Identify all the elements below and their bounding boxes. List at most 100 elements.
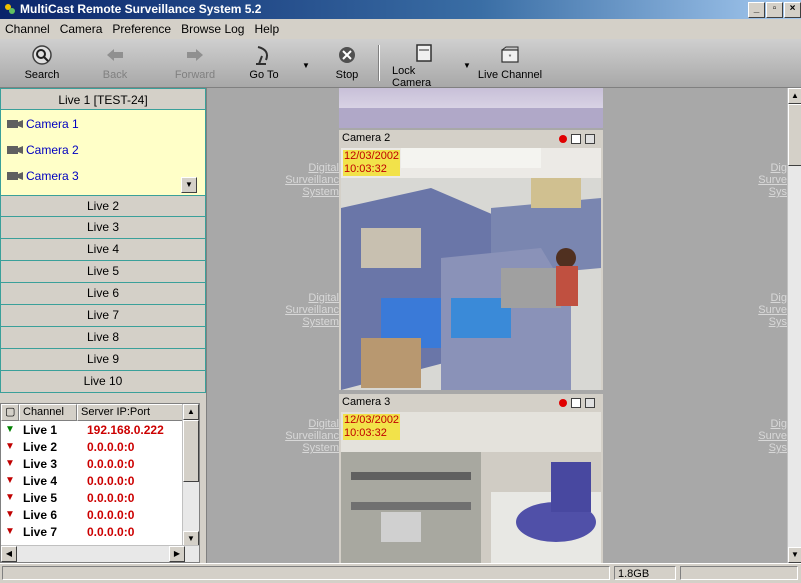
scroll-up-button[interactable]: ▲: [183, 404, 199, 420]
lock-camera-dropdown-icon[interactable]: ▼: [463, 61, 471, 70]
camera-2-title: Camera 2: [342, 132, 391, 144]
scroll-thumb[interactable]: [183, 420, 199, 482]
office-scene-image: [341, 148, 601, 390]
column-header-server-ip[interactable]: Server IP:Port: [77, 404, 183, 421]
table-row[interactable]: ▼ Live 2 0.0.0.0:0: [1, 438, 199, 455]
lock-camera-label: Lock Camera: [392, 65, 432, 89]
ip-cell: 0.0.0.0:0: [87, 473, 135, 488]
video-area-vertical-scrollbar[interactable]: ▲ ▼: [787, 88, 801, 563]
channel-cell: Live 7: [23, 524, 58, 539]
goto-dropdown-icon[interactable]: ▼: [302, 61, 310, 70]
live-channel-button[interactable]: * Live Channel: [475, 41, 545, 85]
camera-2-video[interactable]: 12/03/2002 10:03:32: [341, 148, 601, 390]
record-icon[interactable]: [559, 134, 567, 143]
camera-list-scroll-down-button[interactable]: ▼: [181, 177, 197, 193]
table-row[interactable]: ▼ Live 4 0.0.0.0:0: [1, 472, 199, 489]
minimize-button[interactable]: _: [748, 2, 765, 18]
flag-icon: ▼: [5, 475, 15, 486]
live-group-6[interactable]: Live 6: [0, 283, 206, 305]
record-icon[interactable]: [559, 398, 567, 407]
menu-camera[interactable]: Camera: [55, 22, 108, 36]
menu-browse-log[interactable]: Browse Log: [176, 22, 249, 36]
back-button[interactable]: Back: [95, 41, 135, 85]
table-row[interactable]: ▼ Live 6 0.0.0.0:0: [1, 506, 199, 523]
menu-channel[interactable]: Channel: [0, 22, 55, 36]
back-arrow-icon: [107, 49, 123, 61]
toolbar: Search Back Forward Go To ▼ Stop Lock Ca…: [0, 39, 801, 89]
search-icon: [32, 45, 52, 65]
live-group-10[interactable]: Live 10: [0, 371, 206, 393]
window-title: MultiCast Remote Surveillance System 5.2: [20, 2, 262, 16]
snapshot-icon[interactable]: [571, 133, 581, 144]
live-channel-label: Live Channel: [477, 69, 543, 81]
camera-1-video[interactable]: [339, 88, 603, 128]
channel-cell: Live 6: [23, 507, 58, 522]
camera-2-timestamp: 12/03/2002 10:03:32: [343, 150, 401, 176]
camera-3-video[interactable]: 12/03/2002 10:03:32: [341, 412, 601, 563]
menu-bar: Channel Camera Preference Browse Log Hel…: [0, 19, 801, 39]
channel-table: ▢ Channel Server IP:Port ▼ Live 1 192.168.…: [0, 403, 200, 563]
close-button[interactable]: ×: [784, 2, 801, 18]
channel-cell: Live 2: [23, 439, 58, 454]
camera-3-window: Camera 3 12/03/2002 10:03:32: [339, 394, 603, 563]
disk-space: 1.8GB: [614, 566, 676, 580]
camera-item-label: Camera 1: [26, 117, 79, 131]
table-row[interactable]: ▼ Live 7 0.0.0.0:0: [1, 523, 199, 540]
live-group-2[interactable]: Live 2: [0, 195, 206, 217]
forward-button[interactable]: Forward: [170, 41, 220, 85]
popout-icon[interactable]: [585, 397, 595, 408]
channel-cell: Live 1: [23, 422, 58, 437]
watermark-text: Digital Surveillanc System: [285, 162, 339, 198]
live-group-panel: Live 1 [TEST-24] Camera 1 Camera 2 Camer…: [0, 88, 207, 563]
status-message: [2, 566, 610, 580]
live-group-7[interactable]: Live 7: [0, 305, 206, 327]
app-icon: [5, 4, 15, 14]
table-vertical-scrollbar[interactable]: ▲ ▼: [182, 404, 199, 547]
camera-2-titlebar: Camera 2: [339, 130, 603, 147]
ip-cell: 0.0.0.0:0: [87, 439, 135, 454]
lock-camera-button[interactable]: Lock Camera: [392, 41, 456, 89]
scroll-down-button[interactable]: ▼: [788, 547, 801, 563]
table-row[interactable]: ▼ Live 1 192.168.0.222: [1, 421, 199, 438]
search-button[interactable]: Search: [18, 41, 66, 85]
snapshot-icon[interactable]: [571, 397, 581, 408]
table-horizontal-scrollbar[interactable]: ◀ ▶: [1, 545, 199, 562]
maximize-button[interactable]: ▫: [766, 2, 783, 18]
scroll-thumb[interactable]: [788, 104, 801, 166]
table-row[interactable]: ▼ Live 3 0.0.0.0:0: [1, 455, 199, 472]
scroll-right-button[interactable]: ▶: [169, 546, 185, 562]
stop-button[interactable]: Stop: [330, 41, 364, 85]
live-group-4[interactable]: Live 4: [0, 239, 206, 261]
scroll-up-button[interactable]: ▲: [788, 88, 801, 104]
camera-icon: [7, 146, 23, 154]
live-group-5[interactable]: Live 5: [0, 261, 206, 283]
channel-table-header: ▢ Channel Server IP:Port: [1, 404, 199, 421]
camera-item-2[interactable]: Camera 2: [7, 143, 79, 157]
camera-item-label: Camera 3: [26, 169, 79, 183]
search-label: Search: [24, 69, 60, 81]
camera-item-label: Camera 2: [26, 143, 79, 157]
camera-item-1[interactable]: Camera 1: [7, 117, 79, 131]
channel-cell: Live 3: [23, 456, 58, 471]
flag-icon: ▼: [5, 458, 15, 469]
live-group-3[interactable]: Live 3: [0, 217, 206, 239]
satellite-dish-icon: [256, 46, 268, 65]
camera-3-titlebar: Camera 3: [339, 394, 603, 411]
ip-cell: 0.0.0.0:0: [87, 456, 135, 471]
scroll-left-button[interactable]: ◀: [1, 546, 17, 562]
stop-label: Stop: [335, 69, 359, 81]
camera-2-window: Camera 2 12/03/2002 10:03:32: [339, 130, 603, 390]
goto-button[interactable]: Go To: [244, 41, 284, 85]
column-header-channel[interactable]: Channel: [19, 404, 77, 421]
table-row[interactable]: ▼ Live 5 0.0.0.0:0: [1, 489, 199, 506]
menu-preference[interactable]: Preference: [107, 22, 176, 36]
live-group-9[interactable]: Live 9: [0, 349, 206, 371]
live-group-header-active[interactable]: Live 1 [TEST-24]: [0, 88, 206, 110]
camera-item-3[interactable]: Camera 3: [7, 169, 79, 183]
menu-help[interactable]: Help: [249, 22, 284, 36]
live-group-8[interactable]: Live 8: [0, 327, 206, 349]
popout-icon[interactable]: [585, 133, 595, 144]
ip-cell: 0.0.0.0:0: [87, 524, 135, 539]
stop-icon: [339, 47, 355, 63]
ip-cell: 192.168.0.222: [87, 422, 164, 437]
